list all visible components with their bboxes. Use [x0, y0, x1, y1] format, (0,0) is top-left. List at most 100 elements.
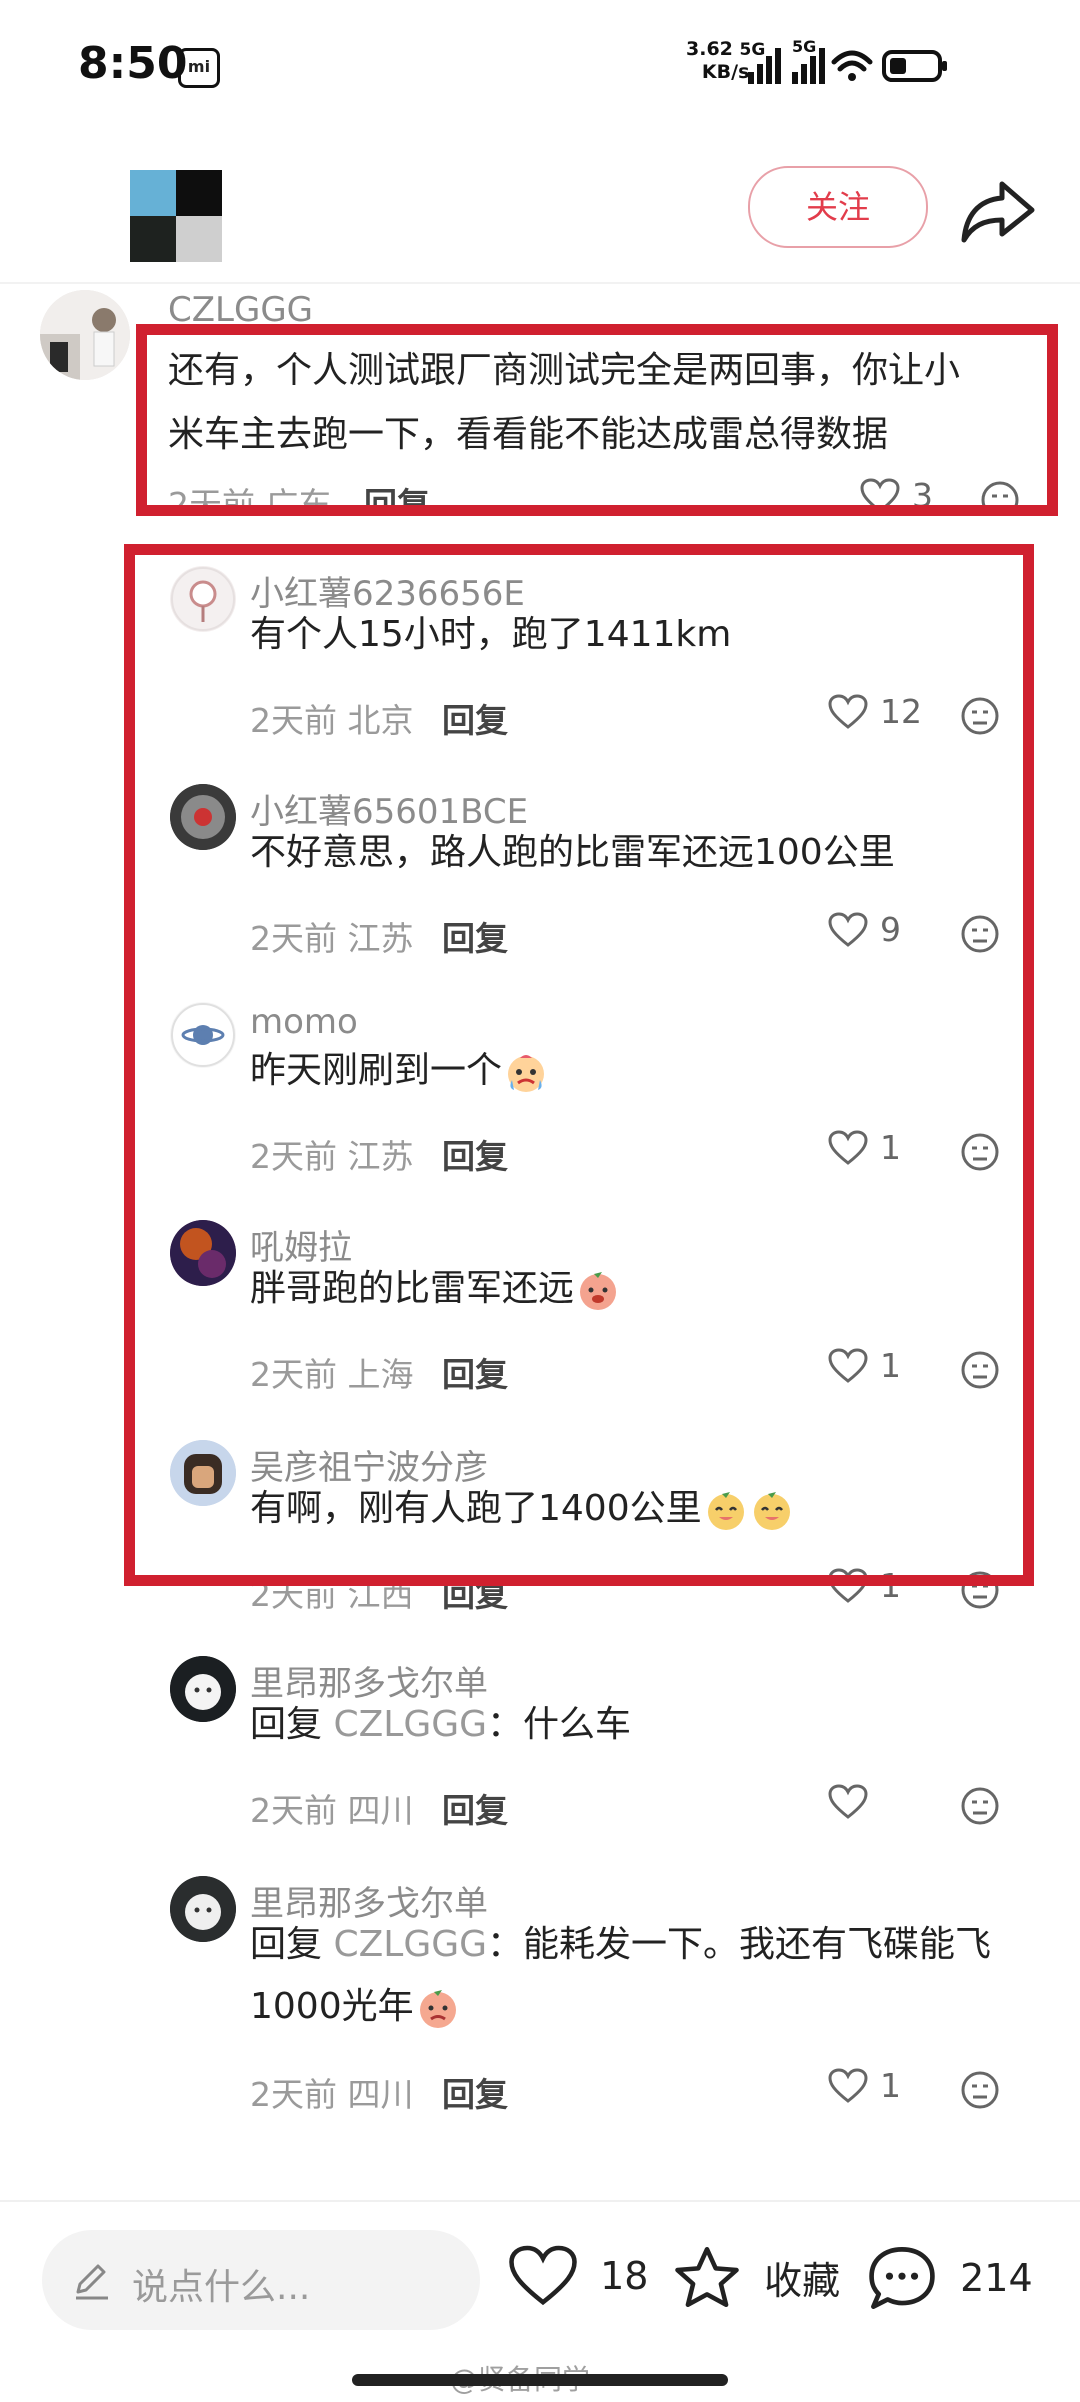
reply-prefix: 回复 [250, 1704, 323, 1745]
reply-meta: 2天前 四川 [250, 1791, 414, 1830]
like-button[interactable] [828, 1782, 880, 1821]
dislike-icon[interactable] [960, 914, 1000, 954]
like-button[interactable]: 1 [828, 1128, 901, 1167]
dislike-icon[interactable] [960, 1132, 1000, 1172]
heart-icon [828, 1566, 880, 1605]
avatar[interactable] [170, 1440, 236, 1506]
follow-button[interactable]: 关注 [748, 166, 928, 248]
dislike-icon[interactable] [960, 2070, 1000, 2110]
reply-button[interactable]: 回复 [442, 1568, 508, 1616]
reply-text-line: 胖哥跑的比雷军还远 [250, 1256, 620, 1322]
heart-icon [828, 692, 880, 731]
avatar[interactable] [40, 290, 130, 380]
reply-meta: 2天前 江西 [250, 1575, 414, 1614]
comment-input[interactable]: 说点什么... [42, 2230, 480, 2330]
avatar[interactable] [170, 566, 236, 632]
like-button[interactable]: 12 [828, 692, 922, 731]
reply-text: 昨天刚刷到一个 [250, 1050, 503, 1091]
heart-icon [509, 2245, 577, 2306]
like-count: 12 [880, 692, 922, 731]
like-count: 1 [880, 1128, 901, 1167]
star-icon [675, 2246, 739, 2308]
avatar[interactable] [170, 1656, 236, 1722]
dislike-icon[interactable] [960, 1786, 1000, 1826]
avatar-image-icon [171, 1003, 235, 1067]
dislike-icon[interactable] [960, 1570, 1000, 1610]
heart-icon [828, 2066, 880, 2105]
network-speed-unit: KB/s [701, 61, 750, 83]
dislike-icon[interactable] [960, 1350, 1000, 1390]
bottom-action-bar: 说点什么... 18 收藏 214 @贤备同学 [0, 2200, 1080, 2402]
collect-button[interactable]: 收藏 [672, 2244, 840, 2310]
reply-prefix: 回复 [250, 1924, 323, 1965]
like-post-button[interactable]: 18 [508, 2244, 648, 2308]
mi-notification-icon: mi [178, 48, 220, 88]
heart-icon [828, 1346, 880, 1385]
reply-button[interactable]: 回复 [364, 478, 430, 506]
heart-icon [828, 910, 880, 949]
reply-text: ：什么车 [487, 1704, 632, 1745]
signal-wifi-battery-icons: 5G [748, 40, 947, 84]
avatar[interactable] [170, 1220, 236, 1286]
reply-target-username[interactable]: CZLGGG [333, 1704, 487, 1745]
heart-icon [860, 478, 900, 506]
like-count: 1 [880, 1346, 901, 1385]
like-button[interactable]: 1 [828, 1566, 901, 1605]
header-divider [0, 282, 1080, 284]
reply-text: 有个人15小时，跑了1411km [250, 614, 732, 655]
like-count: 1 [880, 2066, 901, 2105]
reply-text-line: 有个人15小时，跑了1411km [250, 602, 731, 668]
avatar-image-icon [170, 1440, 236, 1506]
share-icon[interactable] [958, 170, 1038, 250]
reply-button[interactable]: 回复 [442, 2068, 508, 2116]
like-post-count: 18 [600, 2254, 649, 2298]
status-bar: 8:50 mi 3.62 5G KB/s 5G [0, 0, 1080, 130]
peach-cry-emoji-icon [414, 1986, 460, 2028]
like-button[interactable]: 1 [828, 1346, 901, 1385]
reply-button[interactable]: 回复 [442, 1130, 508, 1178]
crying-face-emoji-icon [502, 1050, 548, 1092]
avatar-image-icon [171, 567, 235, 631]
avatar-image-icon [170, 1220, 236, 1286]
reply-meta: 2天前 江苏 [250, 1137, 414, 1176]
reply-target-username[interactable]: CZLGGG [333, 1924, 487, 1965]
reply-meta: 2天前 北京 [250, 701, 414, 740]
reply-meta: 2天前 上海 [250, 1355, 414, 1394]
author-avatar-thumb[interactable] [130, 170, 222, 262]
peach-blush-emoji-icon [574, 1268, 620, 1310]
comment-bubble-icon [869, 2247, 935, 2309]
comment-username[interactable]: CZLGGG [168, 290, 313, 330]
avatar[interactable] [170, 784, 236, 850]
collect-label: 收藏 [764, 2258, 841, 2303]
like-count: 3 [912, 478, 933, 506]
heart-icon [828, 1128, 880, 1167]
like-count: 1 [880, 1566, 901, 1605]
heart-icon [828, 1782, 880, 1821]
peach-smile-emoji-icon [702, 1488, 794, 1530]
dislike-icon[interactable] [980, 480, 1020, 506]
avatar-image-icon [170, 1876, 236, 1942]
reply-username[interactable]: momo [250, 1002, 358, 1042]
reply-text-line: 回复 CZLGGG：能耗发一下。我还有飞碟能飞 [250, 1912, 991, 1978]
like-button[interactable]: 1 [828, 2066, 901, 2105]
signal-icon-1 [748, 48, 781, 84]
reply-button[interactable]: 回复 [442, 912, 508, 960]
wifi-icon [831, 50, 873, 72]
home-indicator[interactable] [352, 2374, 728, 2386]
reply-meta: 2天前 江苏 [250, 919, 414, 958]
clock: 8:50 [78, 38, 188, 89]
comment-button[interactable]: 214 [866, 2244, 1033, 2312]
reply-button[interactable]: 回复 [442, 694, 508, 742]
reply-button[interactable]: 回复 [442, 1348, 508, 1396]
pencil-icon [76, 2264, 108, 2300]
comment-input-placeholder: 说点什么... [132, 2267, 311, 2308]
like-button[interactable]: 9 [828, 910, 901, 949]
reply-button[interactable]: 回复 [442, 1784, 508, 1832]
comment-count: 214 [960, 2256, 1033, 2300]
like-button[interactable]: 3 [860, 478, 933, 506]
battery-icon [882, 50, 947, 82]
dislike-icon[interactable] [960, 696, 1000, 736]
avatar[interactable] [170, 1876, 236, 1942]
avatar[interactable] [170, 1002, 236, 1068]
comment-meta-row: 2天前 广东 回复 3 [160, 478, 1060, 506]
